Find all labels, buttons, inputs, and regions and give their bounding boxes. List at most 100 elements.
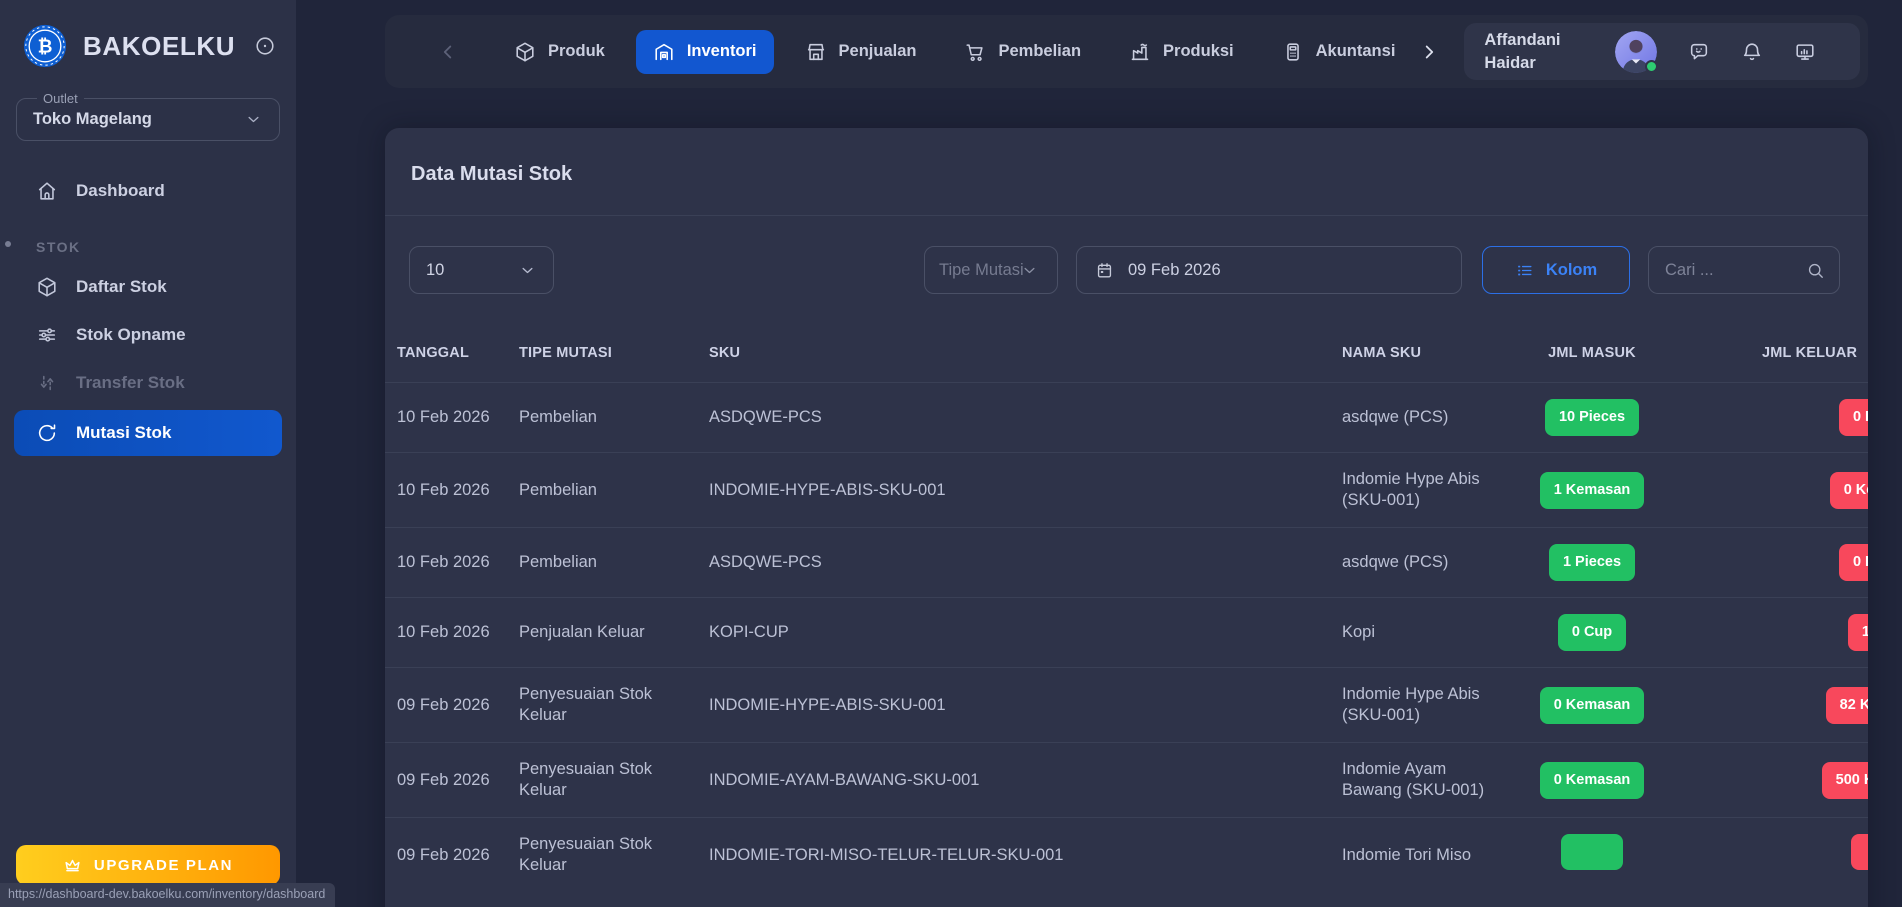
sidebar-item-dashboard[interactable]: Dashboard <box>0 167 296 215</box>
cell-tanggal: 10 Feb 2026 <box>385 383 507 453</box>
tab-pembelian[interactable]: Pembelian <box>947 30 1098 74</box>
sidebar-item-mutasi-stok[interactable]: Mutasi Stok <box>14 410 282 456</box>
cell-tipe-mutasi: Penyesuaian Stok Keluar <box>507 818 697 893</box>
cell-tanggal: 09 Feb 2026 <box>385 668 507 743</box>
tab-label: Pembelian <box>998 42 1081 61</box>
cell-jml-masuk: 1 Kemasan <box>1505 453 1677 528</box>
avatar[interactable] <box>1615 31 1657 73</box>
cell-sku: KOPI-CUP <box>697 598 1330 668</box>
cell-sku: ASDQWE-PCS <box>697 528 1330 598</box>
date-picker[interactable]: 09 Feb 2026 <box>1076 246 1462 294</box>
search-input[interactable] <box>1665 261 1806 280</box>
tab-akuntansi[interactable]: Akuntansi <box>1265 30 1413 74</box>
bakoelku-logo-icon: ₿ <box>22 23 68 69</box>
jml-masuk-badge: 0 Kemasan <box>1540 762 1645 799</box>
display-monitor-icon[interactable] <box>1794 41 1816 63</box>
table-row: 10 Feb 2026 Penjualan Keluar KOPI-CUP Ko… <box>385 598 1868 668</box>
sidebar-item-label: Stok Opname <box>76 325 186 345</box>
table-row: 10 Feb 2026 Pembelian ASDQWE-PCS asdqwe … <box>385 528 1868 598</box>
package-icon <box>36 276 58 298</box>
cell-tanggal: 09 Feb 2026 <box>385 818 507 893</box>
cell-tanggal: 10 Feb 2026 <box>385 528 507 598</box>
tab-label: Akuntansi <box>1316 42 1396 61</box>
tab-penjualan[interactable]: Penjualan <box>788 30 934 74</box>
header-tanggal: TANGGAL <box>385 324 507 383</box>
cell-tipe-mutasi: Penyesuaian Stok Keluar <box>507 668 697 743</box>
sidebar-item-label: Dashboard <box>76 181 165 201</box>
page-size-value: 10 <box>426 261 444 280</box>
sidebar-item-stok-opname[interactable]: Stok Opname <box>0 311 296 359</box>
cell-nama-sku: asdqwe (PCS) <box>1330 528 1505 598</box>
crown-icon <box>63 856 82 875</box>
cell-nama-sku: Indomie Hype Abis (SKU-001) <box>1330 453 1505 528</box>
nav-scroll-left-chevron-icon[interactable] <box>437 41 459 63</box>
header-nama-sku: NAMA SKU <box>1330 324 1505 383</box>
outlet-select[interactable]: Outlet Toko Magelang <box>16 91 280 141</box>
user-name[interactable]: Affandani Haidar <box>1484 29 1560 74</box>
module-tabs: Produk Inventori Penjualan Pembelian Pro… <box>497 30 1412 74</box>
upgrade-plan-button[interactable]: UPGRADE PLAN <box>16 845 280 885</box>
jml-keluar-badge: 500 Kemasan <box>1822 762 1868 799</box>
user-last-name: Haidar <box>1484 52 1560 74</box>
page-size-select[interactable]: 10 <box>409 246 554 294</box>
scrollbar-dot[interactable] <box>5 241 11 247</box>
cell-jml-masuk: 0 Kemasan <box>1505 743 1677 818</box>
header-jml-keluar: JML KELUAR <box>1677 324 1868 383</box>
kolom-button[interactable]: Kolom <box>1482 246 1630 294</box>
sidebar-item-daftar-stok[interactable]: Daftar Stok <box>0 263 296 311</box>
cell-nama-sku: Indomie Tori Miso <box>1330 818 1505 893</box>
outlet-value: Toko Magelang <box>33 110 152 129</box>
sidebar: ₿ BAKOELKU Outlet Toko Magelang Dashboar… <box>0 0 296 907</box>
cell-jml-masuk <box>1505 818 1677 893</box>
tab-label: Produksi <box>1163 42 1234 61</box>
jml-keluar-badge: 0 Kemasan <box>1830 472 1868 509</box>
browser-status-url: https://dashboard-dev.bakoelku.com/inven… <box>0 883 335 907</box>
jml-keluar-badge: 82 Kemasan <box>1826 687 1868 724</box>
table-scroll-area[interactable]: TANGGAL TIPE MUTASI SKU NAMA SKU JML MAS… <box>385 324 1868 892</box>
tipe-mutasi-select[interactable]: Tipe Mutasi <box>924 246 1058 294</box>
cell-jml-masuk: 0 Cup <box>1505 598 1677 668</box>
calendar-icon <box>1095 261 1114 280</box>
jml-masuk-badge <box>1561 834 1623 870</box>
header-tipe-mutasi: TIPE MUTASI <box>507 324 697 383</box>
tab-label: Penjualan <box>839 42 917 61</box>
table-row: 09 Feb 2026 Penyesuaian Stok Keluar INDO… <box>385 668 1868 743</box>
cell-jml-masuk: 1 Pieces <box>1505 528 1677 598</box>
table-header-row: TANGGAL TIPE MUTASI SKU NAMA SKU JML MAS… <box>385 324 1868 383</box>
jml-keluar-badge: 0 Pieces <box>1839 544 1868 581</box>
cell-sku: INDOMIE-TORI-MISO-TELUR-TELUR-SKU-001 <box>697 818 1330 893</box>
cell-tipe-mutasi: Penjualan Keluar <box>507 598 697 668</box>
nav-scroll-right-chevron-icon[interactable] <box>1418 41 1440 63</box>
tab-produk[interactable]: Produk <box>497 30 622 74</box>
cell-sku: INDOMIE-HYPE-ABIS-SKU-001 <box>697 668 1330 743</box>
sidebar-item-transfer-stok[interactable]: Transfer Stok <box>0 359 296 407</box>
top-navigation-bar: Produk Inventori Penjualan Pembelian Pro… <box>385 15 1868 88</box>
tab-produksi[interactable]: Produksi <box>1112 30 1251 74</box>
cart-icon <box>964 41 986 63</box>
chat-icon[interactable] <box>1688 41 1710 63</box>
cell-sku: INDOMIE-AYAM-BAWANG-SKU-001 <box>697 743 1330 818</box>
cell-nama-sku: Indomie Ayam Bawang (SKU-001) <box>1330 743 1505 818</box>
mutasi-stok-table: TANGGAL TIPE MUTASI SKU NAMA SKU JML MAS… <box>385 324 1868 892</box>
home-icon <box>36 180 58 202</box>
tipe-mutasi-placeholder: Tipe Mutasi <box>939 261 1024 280</box>
tab-label: Inventori <box>687 42 757 61</box>
cell-jml-keluar: 0 Kemasan <box>1677 453 1868 528</box>
cell-tanggal: 10 Feb 2026 <box>385 453 507 528</box>
tab-label: Produk <box>548 42 605 61</box>
cell-jml-keluar: 0 Pieces <box>1677 528 1868 598</box>
cell-jml-keluar: 500 Kemasan <box>1677 743 1868 818</box>
cell-nama-sku: asdqwe (PCS) <box>1330 383 1505 453</box>
outlet-label: Outlet <box>37 91 84 106</box>
warehouse-icon <box>653 41 675 63</box>
tab-inventori[interactable]: Inventori <box>636 30 774 74</box>
cube-icon <box>514 41 536 63</box>
user-first-name: Affandani <box>1484 29 1560 51</box>
cell-jml-keluar: 0 Pieces <box>1677 383 1868 453</box>
storefront-icon <box>805 41 827 63</box>
search-icon <box>1806 261 1825 280</box>
notifications-bell-icon[interactable] <box>1741 41 1763 63</box>
sidebar-toggle-icon[interactable] <box>254 35 276 57</box>
jml-masuk-badge: 0 Cup <box>1558 614 1626 651</box>
transfer-arrows-icon <box>36 372 58 394</box>
